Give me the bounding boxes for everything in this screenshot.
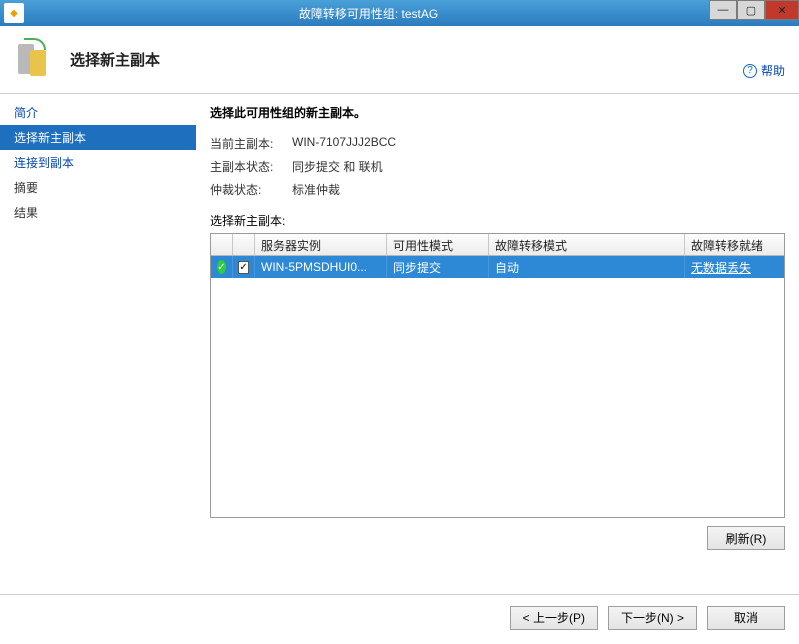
replica-grid: 服务器实例 可用性模式 故障转移模式 故障转移就绪 ✓ ✓ WIN-5PMSDH… (210, 233, 785, 518)
minimize-button[interactable]: — (709, 0, 737, 20)
refresh-button[interactable]: 刷新(R) (707, 526, 785, 550)
sidebar-item-intro[interactable]: 简介 (0, 100, 196, 125)
sidebar-item-connect[interactable]: 连接到副本 (0, 150, 196, 175)
readiness-cell[interactable]: 无数据丢失 (685, 256, 784, 278)
failover-cell: 自动 (489, 256, 685, 278)
checkbox-icon[interactable]: ✓ (238, 261, 248, 274)
info-label: 仲裁状态: (210, 181, 292, 198)
status-cell: ✓ (211, 256, 233, 278)
prev-button[interactable]: < 上一步(P) (510, 606, 598, 630)
info-primary-status: 主副本状态: 同步提交 和 联机 (210, 158, 785, 175)
info-label: 主副本状态: (210, 158, 292, 175)
help-label: 帮助 (761, 62, 785, 79)
info-quorum-status: 仲裁状态: 标准仲裁 (210, 181, 785, 198)
info-value: WIN-7107JJJ2BCC (292, 135, 396, 152)
sidebar-item-select-primary[interactable]: 选择新主副本 (0, 125, 196, 150)
checkbox-cell[interactable]: ✓ (233, 256, 255, 278)
page-header: 选择新主副本 (0, 26, 799, 94)
sidebar-item-result: 结果 (0, 200, 196, 225)
wizard-steps-sidebar: 简介 选择新主副本 连接到副本 摘要 结果 (0, 94, 196, 594)
page-title: 选择新主副本 (70, 49, 160, 70)
wizard-icon (18, 42, 54, 78)
sidebar-item-summary: 摘要 (0, 175, 196, 200)
col-readiness[interactable]: 故障转移就绪 (685, 234, 784, 255)
grid-header: 服务器实例 可用性模式 故障转移模式 故障转移就绪 (211, 234, 784, 256)
col-server[interactable]: 服务器实例 (255, 234, 387, 255)
next-button[interactable]: 下一步(N) > (608, 606, 697, 630)
main-content: ? 帮助 选择此可用性组的新主副本。 当前主副本: WIN-7107JJJ2BC… (196, 94, 799, 594)
instruction-text: 选择此可用性组的新主副本。 (210, 104, 785, 121)
maximize-button[interactable]: ▢ (737, 0, 765, 20)
server-cell: WIN-5PMSDHUI0... (255, 256, 387, 278)
col-availability-mode[interactable]: 可用性模式 (387, 234, 489, 255)
info-value: 同步提交 和 联机 (292, 158, 383, 175)
col-failover-mode[interactable]: 故障转移模式 (489, 234, 685, 255)
cancel-button[interactable]: 取消 (707, 606, 785, 630)
close-button[interactable]: ✕ (765, 0, 799, 20)
window-title: 故障转移可用性组: testAG (28, 5, 709, 22)
info-label: 当前主副本: (210, 135, 292, 152)
status-ok-icon: ✓ (217, 260, 226, 274)
wizard-footer: < 上一步(P) 下一步(N) > 取消 (0, 594, 799, 640)
info-current-primary: 当前主副本: WIN-7107JJJ2BCC (210, 135, 785, 152)
info-value: 标准仲裁 (292, 181, 340, 198)
help-link[interactable]: ? 帮助 (743, 62, 785, 79)
col-check (233, 234, 255, 255)
title-bar: ◆ 故障转移可用性组: testAG — ▢ ✕ (0, 0, 799, 26)
select-replica-label: 选择新主副本: (210, 212, 785, 229)
col-status (211, 234, 233, 255)
replica-row[interactable]: ✓ ✓ WIN-5PMSDHUI0... 同步提交 自动 无数据丢失 (211, 256, 784, 278)
help-icon: ? (743, 64, 757, 78)
app-icon: ◆ (4, 3, 24, 23)
availability-cell: 同步提交 (387, 256, 489, 278)
